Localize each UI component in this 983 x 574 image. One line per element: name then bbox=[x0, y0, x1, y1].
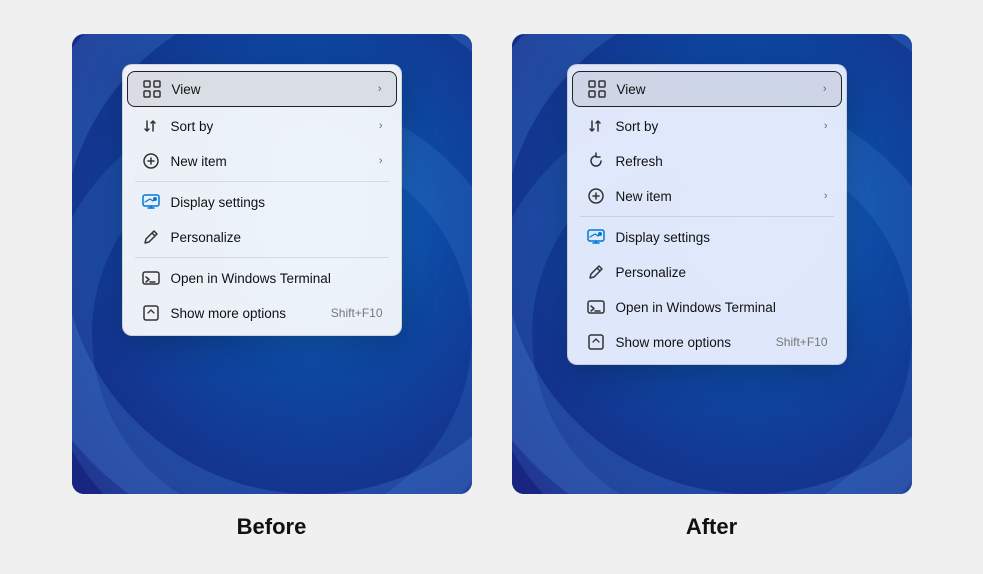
moreoptions-shortcut-after: Shift+F10 bbox=[776, 335, 828, 349]
separator2-before bbox=[135, 257, 389, 258]
view-chevron-before: › bbox=[378, 83, 382, 95]
refresh-icon-after bbox=[586, 151, 606, 171]
newitem-chevron-after: › bbox=[824, 190, 828, 202]
display-label-before: Display settings bbox=[171, 195, 266, 210]
moreoptions-label-after: Show more options bbox=[616, 335, 732, 350]
sortby-icon-after bbox=[586, 116, 606, 136]
personalize-icon-before bbox=[141, 227, 161, 247]
display-icon-before bbox=[141, 192, 161, 212]
newitem-label-after: New item bbox=[616, 189, 672, 204]
personalize-label-before: Personalize bbox=[171, 230, 242, 245]
menu-item-terminal-after[interactable]: Open in Windows Terminal bbox=[572, 290, 842, 324]
display-icon-after bbox=[586, 227, 606, 247]
sortby-label-before: Sort by bbox=[171, 119, 214, 134]
moreoptions-label-before: Show more options bbox=[171, 306, 287, 321]
menu-item-terminal-before[interactable]: Open in Windows Terminal bbox=[127, 261, 397, 295]
menu-item-moreoptions-before[interactable]: Show more options Shift+F10 bbox=[127, 296, 397, 330]
menu-item-newitem-after[interactable]: New item › bbox=[572, 179, 842, 213]
personalize-icon-after bbox=[586, 262, 606, 282]
view-chevron-after: › bbox=[823, 83, 827, 95]
main-container: View › Sort by › bbox=[52, 14, 932, 560]
separator1-before bbox=[135, 181, 389, 182]
view-label-after: View bbox=[617, 82, 646, 97]
terminal-label-before: Open in Windows Terminal bbox=[171, 271, 331, 286]
moreoptions-icon-before bbox=[141, 303, 161, 323]
menu-item-personalize-before[interactable]: Personalize bbox=[127, 220, 397, 254]
sortby-chevron-after: › bbox=[824, 120, 828, 132]
terminal-icon-before bbox=[141, 268, 161, 288]
menu-item-refresh-after[interactable]: Refresh bbox=[572, 144, 842, 178]
before-desktop: View › Sort by › bbox=[72, 34, 472, 494]
terminal-icon-after bbox=[586, 297, 606, 317]
separator1-after bbox=[580, 216, 834, 217]
moreoptions-icon-after bbox=[586, 332, 606, 352]
before-label: Before bbox=[237, 514, 307, 540]
moreoptions-shortcut-before: Shift+F10 bbox=[331, 306, 383, 320]
newitem-icon-before bbox=[141, 151, 161, 171]
view-icon-before bbox=[142, 79, 162, 99]
menu-item-newitem-before[interactable]: New item › bbox=[127, 144, 397, 178]
menu-item-moreoptions-after[interactable]: Show more options Shift+F10 bbox=[572, 325, 842, 359]
menu-item-display-after[interactable]: Display settings bbox=[572, 220, 842, 254]
after-desktop: View › Sort by › bbox=[512, 34, 912, 494]
after-label: After bbox=[686, 514, 737, 540]
menu-item-display-before[interactable]: Display settings bbox=[127, 185, 397, 219]
terminal-label-after: Open in Windows Terminal bbox=[616, 300, 776, 315]
newitem-icon-after bbox=[586, 186, 606, 206]
display-label-after: Display settings bbox=[616, 230, 711, 245]
menu-item-sortby-after[interactable]: Sort by › bbox=[572, 109, 842, 143]
sortby-icon-before bbox=[141, 116, 161, 136]
menu-item-personalize-after[interactable]: Personalize bbox=[572, 255, 842, 289]
personalize-label-after: Personalize bbox=[616, 265, 687, 280]
before-context-menu: View › Sort by › bbox=[122, 64, 402, 336]
sortby-chevron-before: › bbox=[379, 120, 383, 132]
after-panel: View › Sort by › bbox=[512, 34, 912, 540]
newitem-label-before: New item bbox=[171, 154, 227, 169]
menu-item-view-after[interactable]: View › bbox=[572, 71, 842, 107]
menu-item-view-before[interactable]: View › bbox=[127, 71, 397, 107]
view-label-before: View bbox=[172, 82, 201, 97]
refresh-label-after: Refresh bbox=[616, 154, 663, 169]
after-context-menu: View › Sort by › bbox=[567, 64, 847, 365]
menu-item-sortby-before[interactable]: Sort by › bbox=[127, 109, 397, 143]
before-panel: View › Sort by › bbox=[72, 34, 472, 540]
view-icon-after bbox=[587, 79, 607, 99]
newitem-chevron-before: › bbox=[379, 155, 383, 167]
sortby-label-after: Sort by bbox=[616, 119, 659, 134]
